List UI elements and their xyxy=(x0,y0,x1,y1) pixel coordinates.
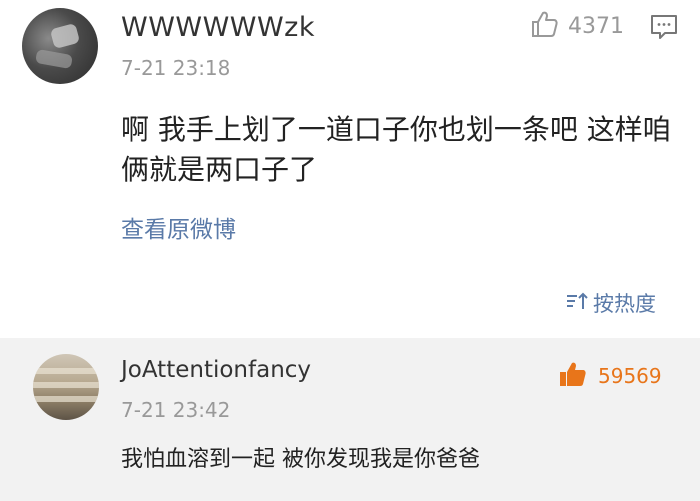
sort-by-hot-button[interactable]: 按热度 xyxy=(565,288,656,318)
reply-like-button[interactable]: 59569 xyxy=(558,359,662,393)
username[interactable]: WWWWWWzk xyxy=(121,12,315,43)
timestamp: 7-21 23:18 xyxy=(121,56,231,80)
comment-text: 啊 我手上划了一道口子你也划一条吧 这样咱俩就是两口子了 xyxy=(121,113,671,186)
like-button[interactable]: 4371 xyxy=(530,9,624,43)
avatar[interactable] xyxy=(22,8,98,84)
sort-label: 按热度 xyxy=(593,292,656,316)
reply-username[interactable]: JoAttentionfancy xyxy=(121,357,311,383)
view-original-link[interactable]: 查看原微博 xyxy=(121,210,236,244)
reply-avatar[interactable] xyxy=(33,354,99,420)
like-count: 4371 xyxy=(568,13,624,39)
reply-like-count: 59569 xyxy=(598,364,662,388)
sort-icon xyxy=(565,289,589,318)
reply-timestamp: 7-21 23:42 xyxy=(121,398,231,422)
reply-text: 我怕血溶到一起 被你发现我是你爸爸 xyxy=(121,447,480,472)
comment-icon[interactable] xyxy=(649,12,679,46)
thumbs-up-icon xyxy=(530,9,560,43)
thumbs-up-icon xyxy=(558,359,588,393)
main-comment: WWWWWWzk 7-21 23:18 4371 啊 我手上划了一道口子你也划一… xyxy=(0,0,700,338)
